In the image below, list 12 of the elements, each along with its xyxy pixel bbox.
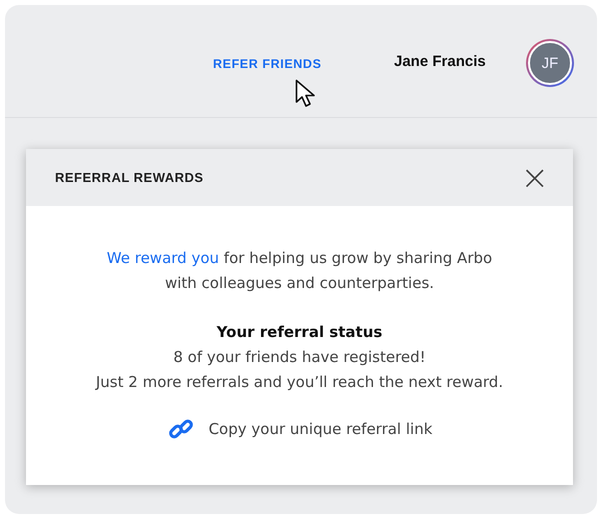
status-text: Just 2 more referrals and you’ll reach the next reward. <box>96 372 504 393</box>
user-avatar[interactable]: JF <box>526 39 574 87</box>
reward-link[interactable]: We reward you <box>106 249 220 267</box>
modal-title: REFERRAL REWARDS <box>55 170 204 185</box>
status-text: 8 of your friends have registered! <box>173 347 426 368</box>
pointer-cursor-icon <box>295 79 317 109</box>
close-button[interactable]: × <box>516 162 553 192</box>
refer-friends-link[interactable]: REFER FRIENDS <box>213 57 322 71</box>
user-name: Jane Francis <box>394 53 486 70</box>
intro-paragraph: We reward you for helping us grow by sharing Arbo with colleagues and counterparties. <box>106 248 494 294</box>
status-heading: Your referral status <box>216 322 382 343</box>
copy-referral-link[interactable]: Copy your unique referral link <box>208 420 432 438</box>
